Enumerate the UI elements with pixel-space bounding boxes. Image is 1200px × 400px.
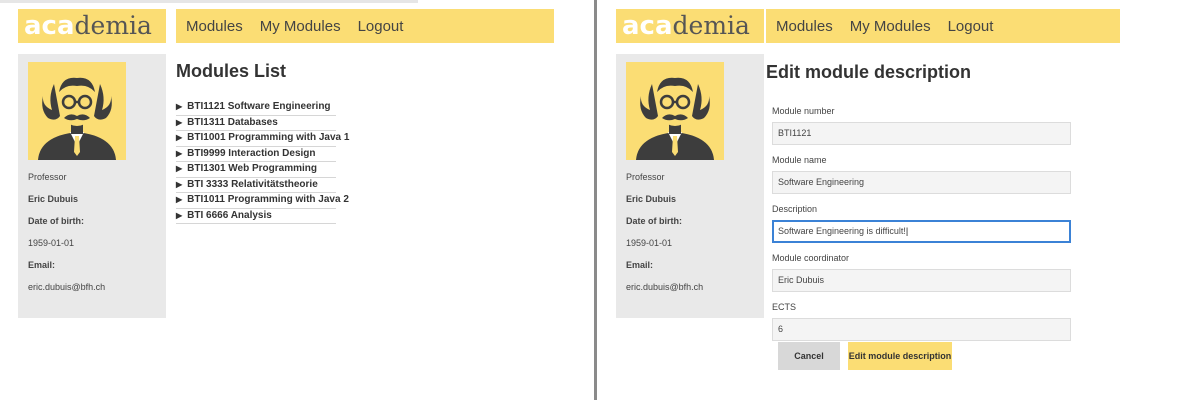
edit-module-description-button[interactable]: Edit module description xyxy=(848,342,952,370)
academia-logo[interactable]: academia xyxy=(18,9,166,43)
profile-dob-value: 1959-01-01 xyxy=(626,238,673,248)
expand-triangle-icon: ▶ xyxy=(176,133,183,143)
module-list-item[interactable]: ▶ BTI 3333 Relativitätstheorie xyxy=(176,178,336,193)
ects-label: ECTS xyxy=(772,302,797,312)
cancel-button[interactable]: Cancel xyxy=(778,342,840,370)
module-title: BTI1001 Programming with Java 1 xyxy=(187,132,350,144)
module-name-input[interactable]: Software Engineering xyxy=(772,171,1071,194)
module-title: BTI 6666 Analysis xyxy=(187,209,272,221)
profile-email-label: Email: xyxy=(28,260,56,270)
description-label: Description xyxy=(772,204,818,214)
module-number-label: Module number xyxy=(772,106,835,116)
module-title: BTI1311 Databases xyxy=(187,116,278,128)
nav-logout-link[interactable]: Logout xyxy=(946,16,996,37)
expand-triangle-icon: ▶ xyxy=(176,148,183,158)
module-title: BTI9999 Interaction Design xyxy=(187,147,316,159)
module-list-item[interactable]: ▶ BTI 6666 Analysis xyxy=(176,209,336,224)
profile-role: Professor xyxy=(28,172,67,182)
module-title: BTI1011 Programming with Java 2 xyxy=(187,194,349,206)
description-input[interactable]: Software Engineering is difficult! xyxy=(772,220,1071,243)
module-number-input[interactable]: BTI1121 xyxy=(772,122,1071,145)
academia-logo[interactable]: academia xyxy=(616,9,764,43)
profile-sidebar: Professor Eric Dubuis Date of birth: 195… xyxy=(616,54,764,318)
page-title: Modules List xyxy=(176,61,287,81)
professor-avatar xyxy=(28,62,126,160)
profile-name: Eric Dubuis xyxy=(28,194,79,204)
module-title: BTI1301 Web Programming xyxy=(187,163,318,175)
module-list-item[interactable]: ▶ BTI9999 Interaction Design xyxy=(176,147,336,162)
module-coordinator-input[interactable]: Eric Dubuis xyxy=(772,269,1071,292)
edit-module-form: Module number BTI1121 Module name Softwa… xyxy=(772,104,1072,349)
ects-input[interactable]: 6 xyxy=(772,318,1071,341)
modules-list: ▶ BTI1121 Software Engineering ▶ BTI1311 D… xyxy=(176,100,349,224)
module-title: BTI 3333 Relativitätstheorie xyxy=(187,178,318,190)
module-coordinator-field-group: Module coordinator Eric Dubuis xyxy=(772,251,1072,292)
ects-field-group: ECTS 6 xyxy=(772,300,1072,341)
nav-my-modules-link[interactable]: My Modules xyxy=(258,16,343,37)
window-split-divider xyxy=(594,0,597,400)
nav-logout-link[interactable]: Logout xyxy=(356,16,406,37)
description-field-group: Description Software Engineering is diff… xyxy=(772,202,1072,243)
nav-modules-link[interactable]: Modules xyxy=(774,16,835,37)
expand-triangle-icon: ▶ xyxy=(176,164,183,174)
top-navbar: Modules My Modules Logout xyxy=(176,9,554,43)
expand-triangle-icon: ▶ xyxy=(176,102,183,112)
form-actions: Cancel Edit module description xyxy=(778,342,952,370)
nav-modules-link[interactable]: Modules xyxy=(184,16,245,37)
expand-triangle-icon: ▶ xyxy=(176,210,183,220)
profile-role: Professor xyxy=(626,172,665,182)
logo-part-aca: aca xyxy=(24,11,75,41)
module-list-item[interactable]: ▶ BTI1011 Programming with Java 2 xyxy=(176,193,349,209)
expand-triangle-icon: ▶ xyxy=(176,195,183,205)
professor-avatar xyxy=(626,62,724,160)
module-coordinator-label: Module coordinator xyxy=(772,253,850,263)
module-list-item[interactable]: ▶ BTI1311 Databases xyxy=(176,116,336,131)
module-list-item[interactable]: ▶ BTI1121 Software Engineering xyxy=(176,100,336,116)
expand-triangle-icon: ▶ xyxy=(176,117,183,127)
page-title: Edit module description xyxy=(766,62,972,82)
profile-dob-label: Date of birth: xyxy=(626,216,682,226)
professor-avatar-icon xyxy=(28,62,126,160)
profile-email-value: eric.dubuis@bfh.ch xyxy=(626,282,704,292)
profile-sidebar: Professor Eric Dubuis Date of birth: 195… xyxy=(18,54,166,318)
modules-list-window: academia Modules My Modules Logout Profe… xyxy=(0,0,594,400)
profile-email-label: Email: xyxy=(626,260,654,270)
profile-name: Eric Dubuis xyxy=(626,194,677,204)
profile-dob-value: 1959-01-01 xyxy=(28,238,75,248)
module-name-label: Module name xyxy=(772,155,827,165)
logo-part-aca: aca xyxy=(622,11,673,41)
logo-part-demia: demia xyxy=(74,11,152,40)
expand-triangle-icon: ▶ xyxy=(176,179,183,189)
module-number-field-group: Module number BTI1121 xyxy=(772,104,1072,145)
module-list-item[interactable]: ▶ BTI1001 Programming with Java 1 xyxy=(176,131,349,147)
profile-email-value: eric.dubuis@bfh.ch xyxy=(28,282,106,292)
nav-my-modules-link[interactable]: My Modules xyxy=(848,16,933,37)
module-title: BTI1121 Software Engineering xyxy=(187,101,331,113)
module-list-item[interactable]: ▶ BTI1301 Web Programming xyxy=(176,162,336,178)
top-navbar: Modules My Modules Logout xyxy=(766,9,1120,43)
edit-module-window: academia Modules My Modules Logout Profe… xyxy=(598,0,1200,400)
profile-dob-label: Date of birth: xyxy=(28,216,84,226)
logo-part-demia: demia xyxy=(672,11,750,40)
module-name-field-group: Module name Software Engineering xyxy=(772,153,1072,194)
professor-avatar-icon xyxy=(626,62,724,160)
